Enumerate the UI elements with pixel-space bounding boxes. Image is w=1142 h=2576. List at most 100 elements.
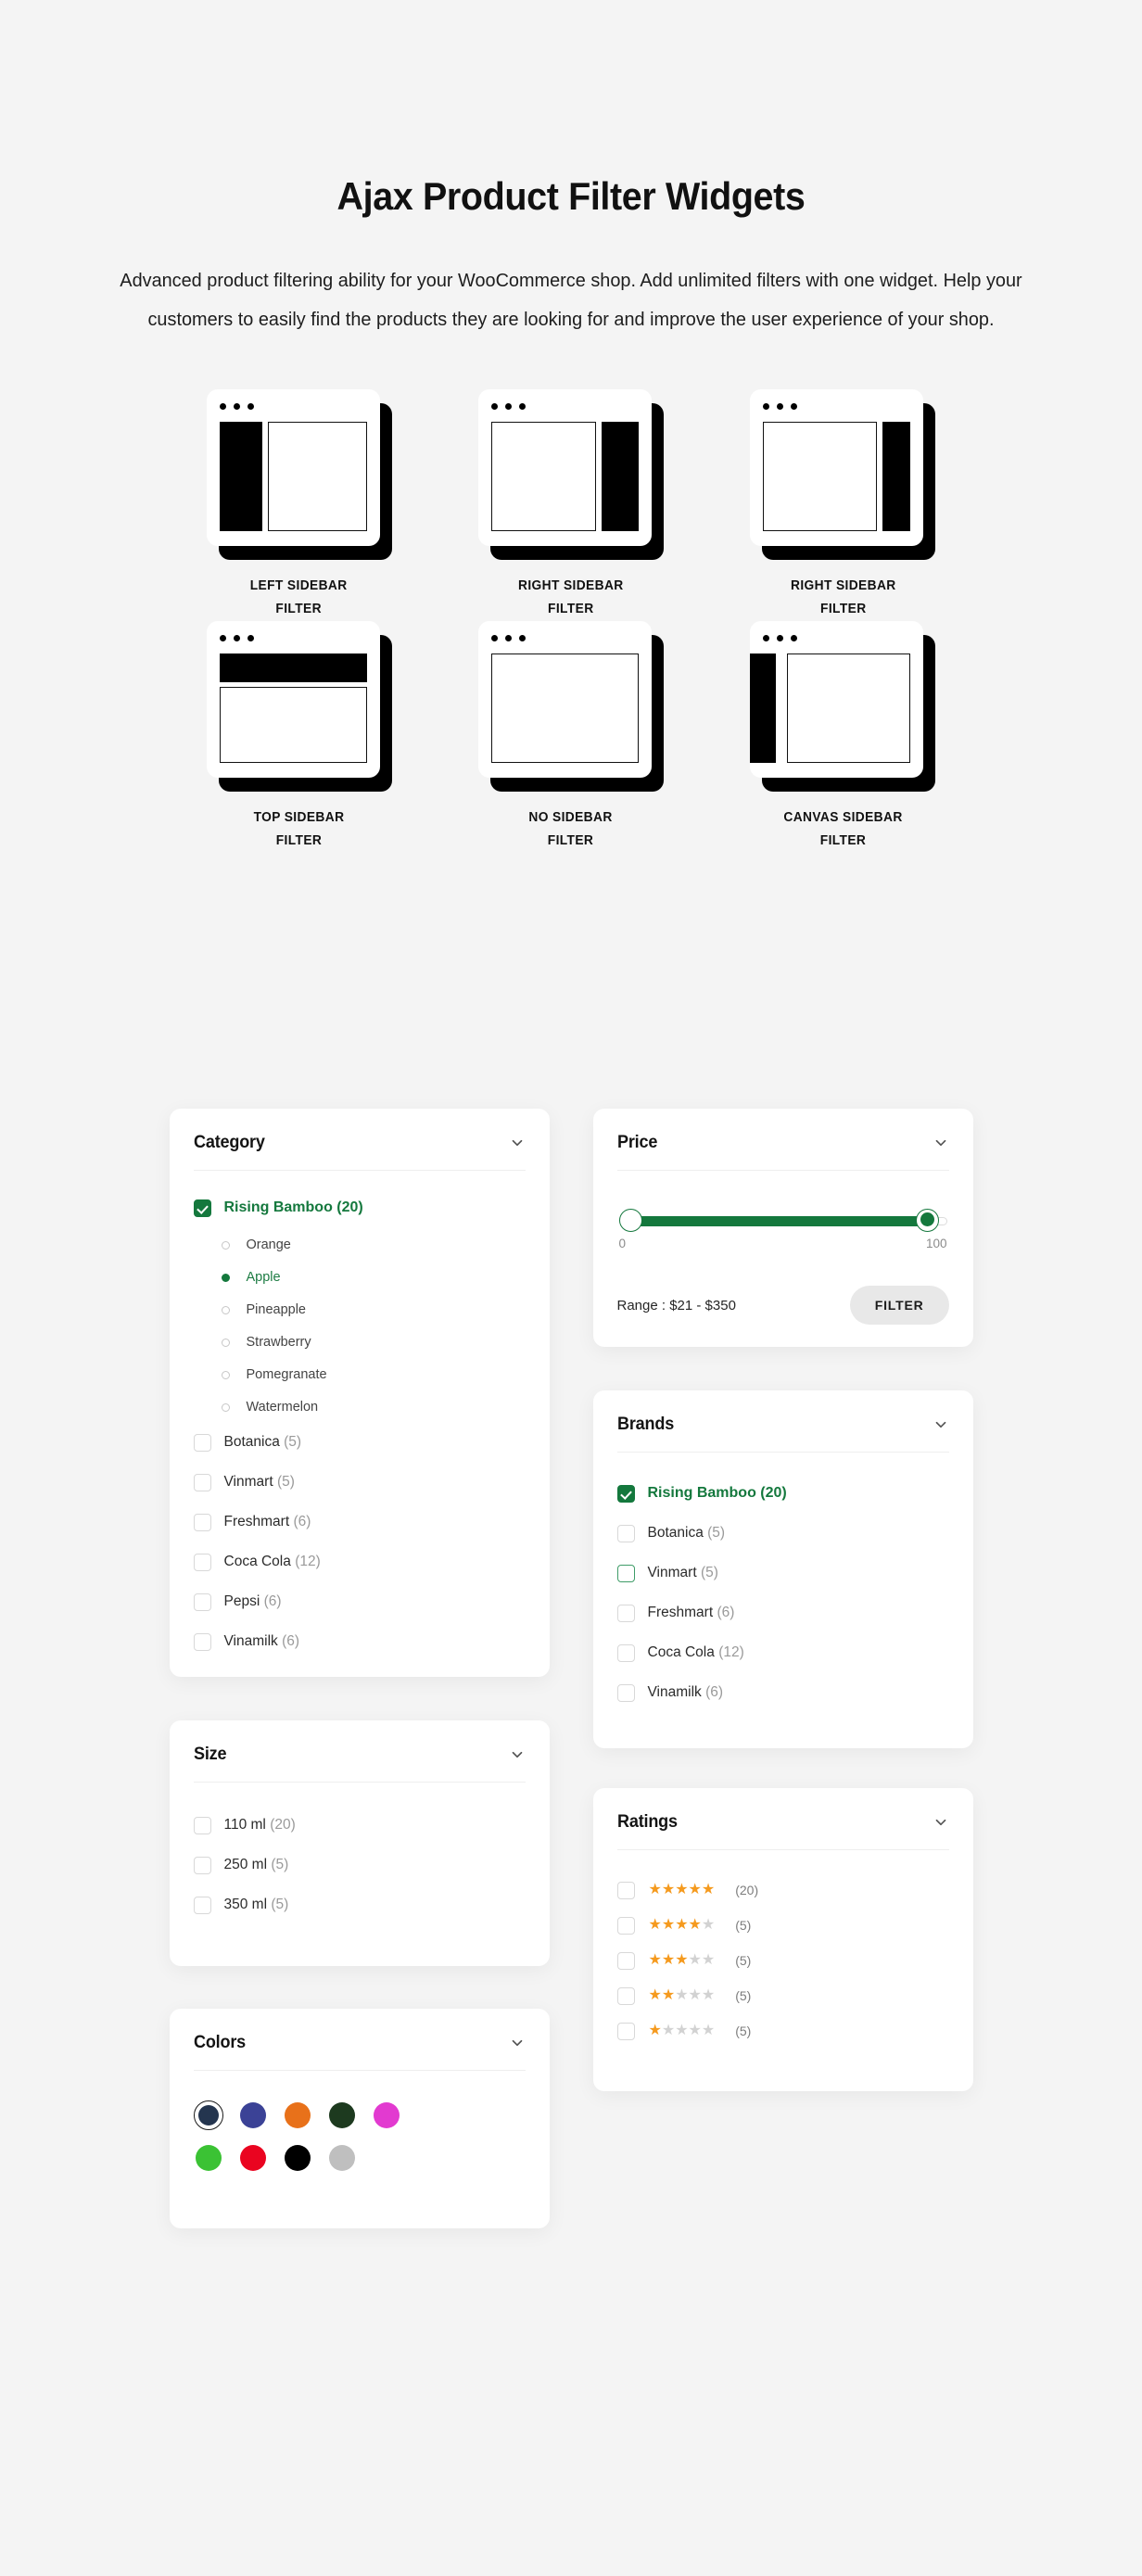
category-item-row[interactable]: Vinamilk (6) bbox=[194, 1629, 526, 1655]
category-parent-row[interactable]: Rising Bamboo (20) bbox=[194, 1195, 526, 1221]
chevron-down-icon[interactable] bbox=[509, 1135, 526, 1151]
layout-thumbnail-5[interactable]: CANVAS SIDEBAR FILTER bbox=[707, 621, 979, 853]
color-swatch-red[interactable] bbox=[238, 2143, 268, 2173]
checkbox-freshmart[interactable] bbox=[194, 1514, 211, 1531]
checkbox-rising-bamboo[interactable] bbox=[617, 1485, 635, 1503]
checkbox-pepsi[interactable] bbox=[194, 1593, 211, 1611]
category-child-row[interactable]: Watermelon bbox=[194, 1397, 526, 1417]
thumb-figure[interactable] bbox=[207, 621, 392, 792]
checkbox-vinmart[interactable] bbox=[617, 1565, 635, 1582]
layout-thumbnail-4[interactable]: NO SIDEBAR FILTER bbox=[435, 621, 706, 853]
category-child-row[interactable]: Pineapple bbox=[194, 1300, 526, 1320]
radio-orange[interactable] bbox=[222, 1241, 230, 1250]
color-swatch-green[interactable] bbox=[194, 2143, 223, 2173]
radio-pomegranate[interactable] bbox=[222, 1371, 230, 1379]
brands-card-header[interactable]: Brands bbox=[617, 1415, 949, 1453]
chevron-down-icon[interactable] bbox=[933, 1416, 949, 1433]
size-item-row[interactable]: 350 ml (5) bbox=[194, 1892, 526, 1918]
checkbox-250-ml[interactable] bbox=[194, 1857, 211, 1874]
slider-track[interactable] bbox=[619, 1215, 947, 1226]
brand-item-row[interactable]: Vinmart (5) bbox=[617, 1560, 949, 1586]
price-card-header[interactable]: Price bbox=[617, 1133, 949, 1171]
size-card-header[interactable]: Size bbox=[194, 1745, 526, 1783]
thumb-figure[interactable] bbox=[750, 621, 935, 792]
checkbox-rating-1[interactable] bbox=[617, 2023, 635, 2040]
chevron-down-icon[interactable] bbox=[933, 1814, 949, 1831]
rating-row[interactable]: ★★★★★ (5) bbox=[617, 1950, 949, 1971]
checkbox-rating-2[interactable] bbox=[617, 1987, 635, 2005]
rating-row[interactable]: ★★★★★ (20) bbox=[617, 1880, 949, 1900]
slider-handle-min[interactable] bbox=[619, 1209, 642, 1232]
rating-stars: ★★★★★ bbox=[649, 1953, 716, 1968]
category-child-row[interactable]: Apple bbox=[194, 1267, 526, 1288]
chevron-down-icon[interactable] bbox=[509, 2035, 526, 2051]
chevron-down-icon[interactable] bbox=[509, 1746, 526, 1763]
category-item-row[interactable]: Coca Cola (12) bbox=[194, 1549, 526, 1575]
brand-item-row[interactable]: Botanica (5) bbox=[617, 1520, 949, 1546]
color-swatch-orange[interactable] bbox=[283, 2100, 312, 2130]
layout-thumbnail-3[interactable]: TOP SIDEBAR FILTER bbox=[163, 621, 435, 853]
color-swatch-magenta[interactable] bbox=[372, 2100, 401, 2130]
ratings-items-list: ★★★★★ (20) ★★★★★ (5) ★★★★★ (5) ★★★★★ (5)… bbox=[617, 1880, 949, 2041]
radio-pineapple[interactable] bbox=[222, 1306, 230, 1314]
checkbox-rating-5[interactable] bbox=[617, 1882, 635, 1899]
size-item-count: (5) bbox=[271, 1857, 288, 1872]
checkbox-rating-3[interactable] bbox=[617, 1952, 635, 1970]
brand-item-row[interactable]: Freshmart (6) bbox=[617, 1600, 949, 1626]
brand-item-row[interactable]: Vinamilk (6) bbox=[617, 1680, 949, 1706]
category-child-row[interactable]: Orange bbox=[194, 1235, 526, 1255]
slider-handle-max[interactable] bbox=[916, 1209, 939, 1232]
checkbox-coca-cola[interactable] bbox=[617, 1644, 635, 1662]
rating-row[interactable]: ★★★★★ (5) bbox=[617, 1986, 949, 2006]
rating-row[interactable]: ★★★★★ (5) bbox=[617, 2021, 949, 2041]
ratings-card-header[interactable]: Ratings bbox=[617, 1812, 949, 1850]
chevron-down-icon[interactable] bbox=[933, 1135, 949, 1151]
brand-item-label: Vinamilk (6) bbox=[648, 1684, 724, 1701]
color-swatch-list bbox=[194, 2097, 444, 2173]
category-child-row[interactable]: Pomegranate bbox=[194, 1364, 526, 1385]
filter-button[interactable]: FILTER bbox=[850, 1286, 949, 1325]
checkbox-110-ml[interactable] bbox=[194, 1817, 211, 1834]
checkbox-350-ml[interactable] bbox=[194, 1897, 211, 1914]
layout-thumbnail-0[interactable]: LEFT SIDEBAR FILTER bbox=[163, 389, 435, 621]
radio-apple[interactable] bbox=[222, 1274, 230, 1282]
brand-item-row[interactable]: Coca Cola (12) bbox=[617, 1640, 949, 1666]
thumb-figure[interactable] bbox=[750, 389, 935, 560]
checkbox-botanica[interactable] bbox=[194, 1434, 211, 1452]
color-swatch-navy[interactable] bbox=[194, 2100, 223, 2130]
rating-row[interactable]: ★★★★★ (5) bbox=[617, 1915, 949, 1935]
color-swatch-dark-green[interactable] bbox=[327, 2100, 357, 2130]
size-item-row[interactable]: 110 ml (20) bbox=[194, 1812, 526, 1838]
checkbox-rating-4[interactable] bbox=[617, 1917, 635, 1935]
checkbox-vinmart[interactable] bbox=[194, 1474, 211, 1491]
category-card-header[interactable]: Category bbox=[194, 1133, 526, 1171]
category-items-list: Botanica (5) Vinmart (5) Freshmart (6) C… bbox=[194, 1429, 526, 1655]
category-item-row[interactable]: Freshmart (6) bbox=[194, 1509, 526, 1535]
color-swatch-black[interactable] bbox=[283, 2143, 312, 2173]
star-icon: ★ bbox=[649, 1918, 662, 1933]
checkbox-botanica[interactable] bbox=[617, 1525, 635, 1542]
checkbox-freshmart[interactable] bbox=[617, 1605, 635, 1622]
checkbox-vinamilk[interactable] bbox=[617, 1684, 635, 1702]
color-swatch-silver[interactable] bbox=[327, 2143, 357, 2173]
thumb-figure[interactable] bbox=[478, 389, 664, 560]
colors-card-header[interactable]: Colors bbox=[194, 2033, 526, 2071]
checkbox-vinamilk[interactable] bbox=[194, 1633, 211, 1651]
radio-strawberry[interactable] bbox=[222, 1339, 230, 1347]
checkbox-rising-bamboo[interactable] bbox=[194, 1199, 211, 1217]
category-item-row[interactable]: Vinmart (5) bbox=[194, 1469, 526, 1495]
category-item-row[interactable]: Pepsi (6) bbox=[194, 1589, 526, 1615]
brand-item-row[interactable]: Rising Bamboo (20) bbox=[617, 1480, 949, 1506]
category-child-row[interactable]: Strawberry bbox=[194, 1332, 526, 1352]
thumb-figure[interactable] bbox=[207, 389, 392, 560]
color-swatch-indigo[interactable] bbox=[238, 2100, 268, 2130]
layout-thumbnail-1[interactable]: RIGHT SIDEBAR FILTER bbox=[435, 389, 706, 621]
category-item-row[interactable]: Botanica (5) bbox=[194, 1429, 526, 1455]
thumb-figure[interactable] bbox=[478, 621, 664, 792]
price-range-slider[interactable]: 0 100 bbox=[617, 1195, 949, 1250]
category-parent-name: Rising Bamboo bbox=[224, 1199, 333, 1215]
size-item-row[interactable]: 250 ml (5) bbox=[194, 1852, 526, 1878]
checkbox-coca-cola[interactable] bbox=[194, 1554, 211, 1571]
radio-watermelon[interactable] bbox=[222, 1403, 230, 1412]
layout-thumbnail-2[interactable]: RIGHT SIDEBAR FILTER bbox=[707, 389, 979, 621]
